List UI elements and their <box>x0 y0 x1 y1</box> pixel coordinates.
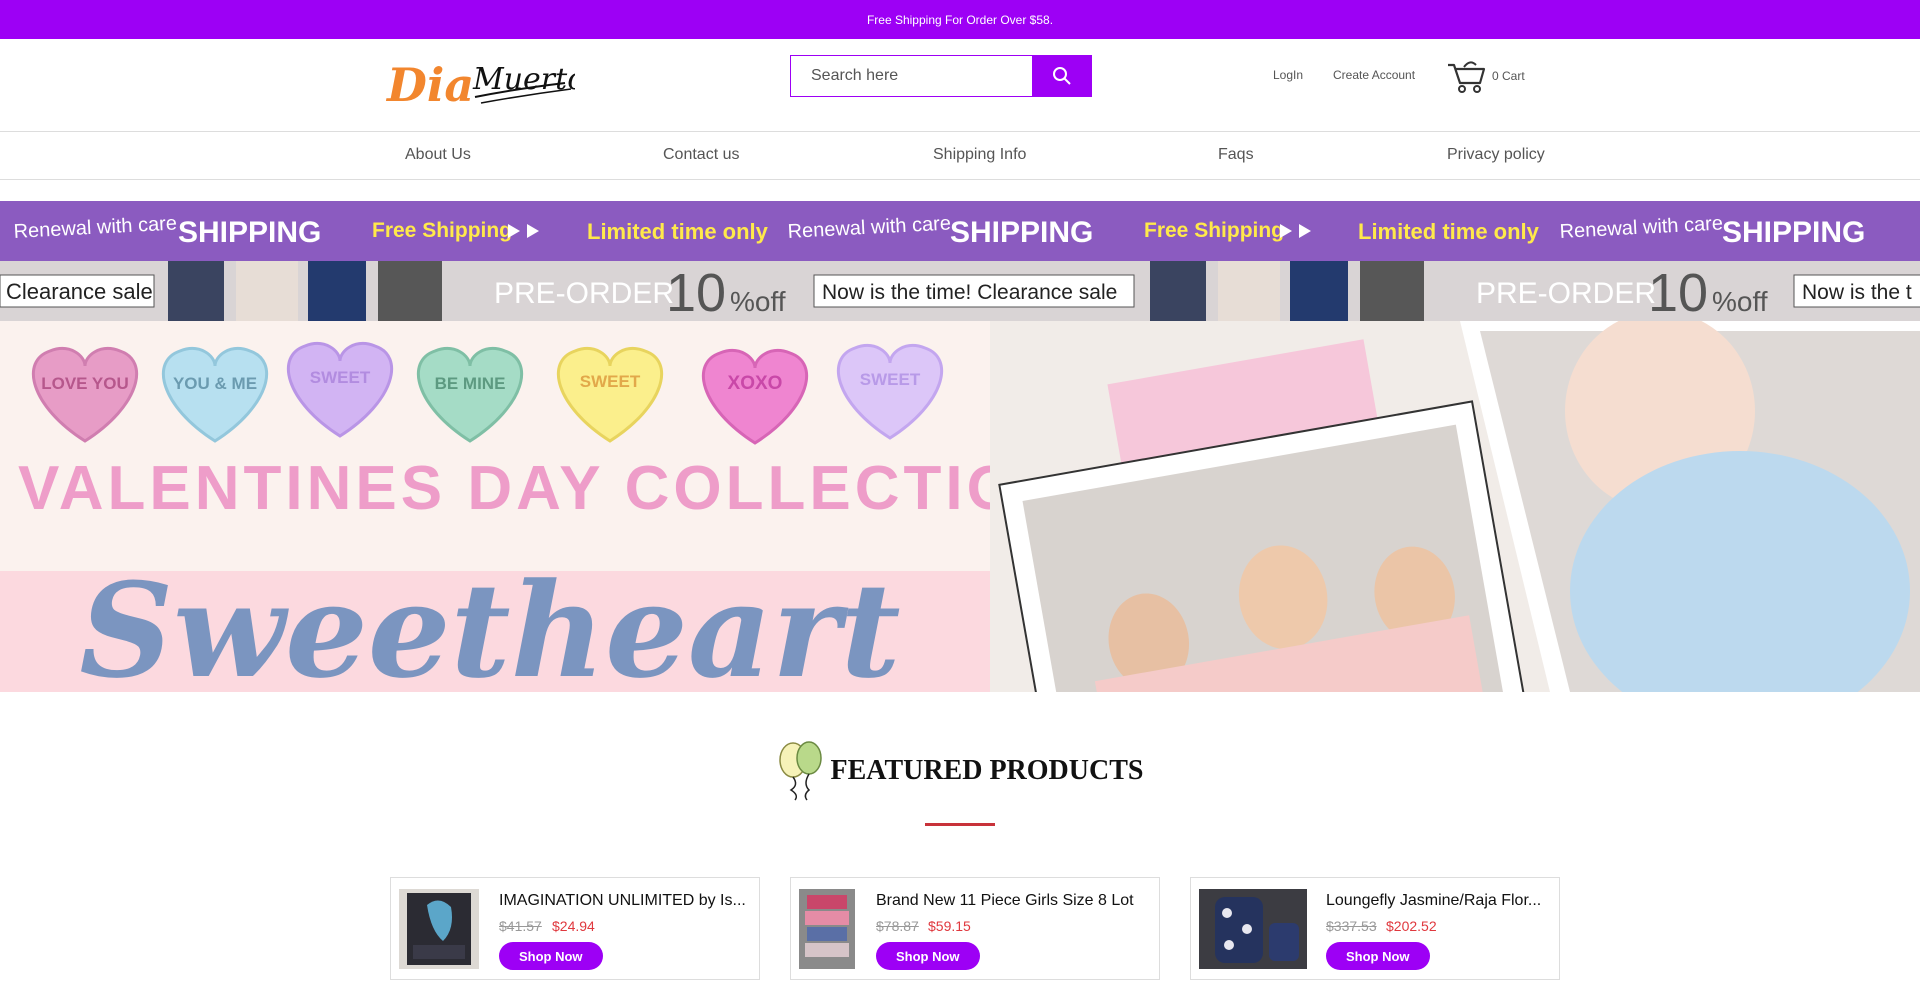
product-image <box>799 889 855 969</box>
balloons-icon <box>778 741 822 801</box>
heart-text: SWEET <box>310 368 371 387</box>
hero-banner[interactable]: LOVE YOU YOU & ME SWEET BE MINE SWEET XO… <box>0 321 1920 692</box>
promo-text: Now is the t <box>1802 281 1912 304</box>
featured-section: FEATURED PRODUCTS <box>0 740 1920 826</box>
product-card[interactable]: Brand New 11 Piece Girls Size 8 Lot $78.… <box>790 877 1160 980</box>
search-icon <box>1053 67 1071 85</box>
promo-text: %off <box>730 286 786 317</box>
shop-now-button[interactable]: Shop Now <box>499 942 603 970</box>
title-underline <box>925 823 995 826</box>
product-old-price: $41.57 <box>499 918 542 934</box>
promo-text: Now is the time! Clearance sale <box>822 281 1117 304</box>
heart-text: BE MINE <box>435 374 506 393</box>
product-old-price: $78.87 <box>876 918 919 934</box>
nav-faqs[interactable]: Faqs <box>1218 146 1254 164</box>
heart-text: LOVE YOU <box>41 374 129 393</box>
product-image <box>1199 889 1307 969</box>
cart-count: 0 Cart <box>1492 69 1525 83</box>
svg-text:Muertos: Muertos <box>472 62 575 97</box>
promo-text: Limited time only <box>1358 219 1540 244</box>
promo-text: PRE-ORDER <box>494 277 674 310</box>
promo-text: Renewal with care <box>13 212 177 243</box>
cart-icon <box>1448 61 1486 93</box>
promo-banner-shipping-graphic: Renewal with care SHIPPING Free Shipping… <box>13 212 1865 249</box>
hero-graphic: LOVE YOU YOU & ME SWEET BE MINE SWEET XO… <box>0 321 1920 692</box>
product-old-price: $337.53 <box>1326 918 1377 934</box>
promo-text: Renewal with care <box>1559 212 1723 243</box>
featured-title: FEATURED PRODUCTS <box>830 755 1144 786</box>
main-nav: About Us Contact us Shipping Info Faqs P… <box>0 131 1920 180</box>
promo-text: Renewal with care <box>787 212 951 243</box>
heart-text: YOU & ME <box>173 374 257 393</box>
announcement-bar: Free Shipping For Order Over $58. <box>0 0 1920 39</box>
promo-text: Free Shipping <box>372 219 512 242</box>
promo-text: PRE-ORDER <box>1476 277 1656 310</box>
product-name[interactable]: Loungefly Jasmine/Raja Flor... <box>1326 892 1551 910</box>
product-price: $202.52 <box>1386 918 1437 934</box>
promo-text: Limited time only <box>587 219 769 244</box>
headline-text: Sweetheart <box>79 554 900 692</box>
shop-now-button[interactable]: Shop Now <box>876 942 980 970</box>
promo-text: SHIPPING <box>950 216 1093 249</box>
login-link[interactable]: LogIn <box>1273 68 1303 82</box>
promo-text: 10 <box>666 263 726 321</box>
cart-link[interactable]: 0 Cart <box>1446 57 1525 95</box>
promo-text: 10 <box>1648 263 1708 321</box>
search-input[interactable] <box>790 55 1032 97</box>
promo-text: SHIPPING <box>178 216 321 249</box>
product-price: $59.15 <box>928 918 971 934</box>
featured-heading: FEATURED PRODUCTS <box>777 740 1144 802</box>
site-header: Dia Muertos LogIn Create Account 0 Cart <box>0 39 1920 131</box>
collection-text: VALENTINES DAY COLLECTION <box>18 454 1068 523</box>
promo-banner-clearance[interactable]: Clearance sale PRE-ORDER 10 %off Now is … <box>0 261 1920 321</box>
product-image <box>399 889 479 969</box>
promo-text: Clearance sale <box>6 279 153 304</box>
heart-text: SWEET <box>580 372 641 391</box>
product-card[interactable]: Loungefly Jasmine/Raja Flor... $337.53 $… <box>1190 877 1560 980</box>
product-price: $24.94 <box>552 918 595 934</box>
nav-contact-us[interactable]: Contact us <box>663 146 739 164</box>
promo-banner-clearance-graphic: Clearance sale PRE-ORDER 10 %off Now is … <box>0 261 1920 321</box>
promo-banner-shipping[interactable]: Renewal with care SHIPPING Free Shipping… <box>0 201 1920 261</box>
promo-text: Free Shipping <box>1144 219 1284 242</box>
product-name[interactable]: IMAGINATION UNLIMITED by Is... <box>499 892 749 910</box>
product-name[interactable]: Brand New 11 Piece Girls Size 8 Lot <box>876 892 1151 910</box>
nav-shipping-info[interactable]: Shipping Info <box>933 146 1026 164</box>
announcement-text: Free Shipping For Order Over $58. <box>866 12 1054 27</box>
site-logo[interactable]: Dia Muertos <box>385 49 601 112</box>
heart-text: SWEET <box>860 370 921 389</box>
product-card[interactable]: IMAGINATION UNLIMITED by Is... $41.57 $2… <box>390 877 760 980</box>
create-account-link[interactable]: Create Account <box>1333 68 1415 82</box>
shop-now-button[interactable]: Shop Now <box>1326 942 1430 970</box>
heart-text: XOXO <box>728 373 783 394</box>
nav-about-us[interactable]: About Us <box>405 146 471 164</box>
search-button[interactable] <box>1032 55 1092 97</box>
svg-text:Dia: Dia <box>385 58 474 111</box>
nav-privacy-policy[interactable]: Privacy policy <box>1447 146 1545 164</box>
search-form <box>790 55 1092 97</box>
logo-image: Dia Muertos <box>385 58 601 112</box>
promo-text: SHIPPING <box>1722 216 1865 249</box>
promo-text: %off <box>1712 286 1768 317</box>
